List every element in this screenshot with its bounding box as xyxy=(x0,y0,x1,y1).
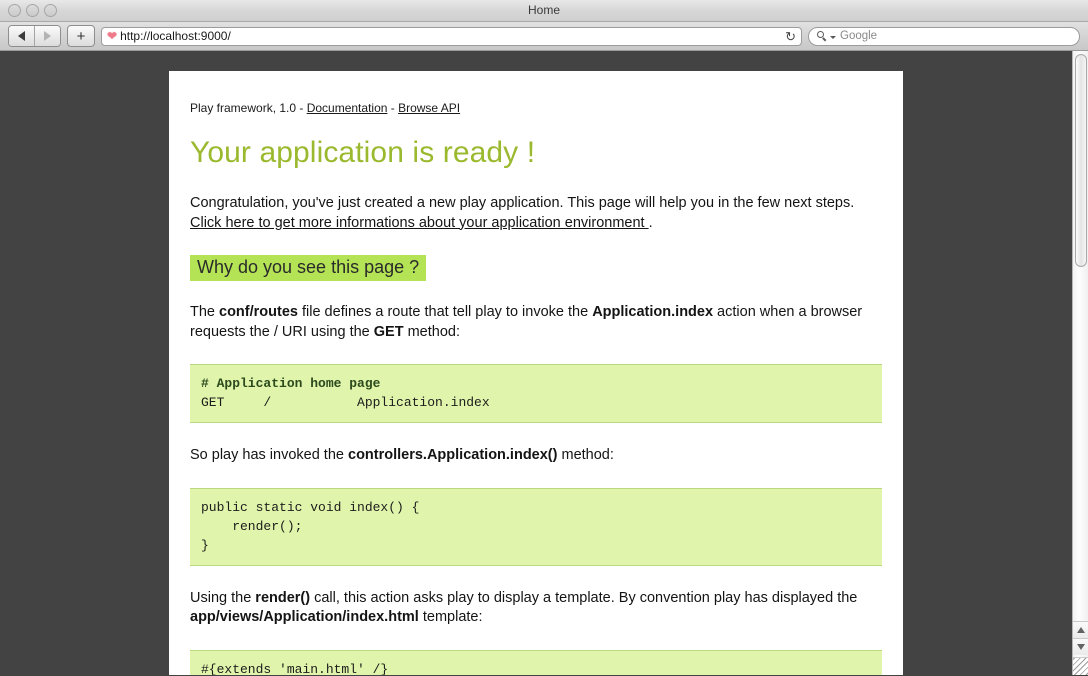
template-code-block: #{extends 'main.html' /} #{set title:'Ho… xyxy=(190,650,882,676)
chevron-down-icon[interactable] xyxy=(830,36,836,39)
window-resize-grip[interactable] xyxy=(1072,657,1088,675)
forward-arrow-icon xyxy=(44,31,51,41)
render-text-3: template: xyxy=(419,609,483,625)
controller-method-name: controllers.Application.index() xyxy=(348,447,557,463)
routes-code-comment: # Application home page xyxy=(201,376,380,391)
routes-text-2: file defines a route that tell play to i… xyxy=(298,304,592,320)
render-text-1: Using the xyxy=(190,590,255,606)
intro-text-part2: . xyxy=(649,215,653,231)
invoked-text-1: So play has invoked the xyxy=(190,447,348,463)
intro-paragraph: Congratulation, you've just created a ne… xyxy=(190,194,882,233)
address-bar[interactable]: ❤ http://localhost:9000/ ↻ xyxy=(101,27,802,46)
window-title: Home xyxy=(0,3,1088,17)
application-index-name: Application.index xyxy=(592,304,713,320)
arrow-up-icon xyxy=(1077,627,1085,633)
java-code-block: public static void index() { render(); } xyxy=(190,488,882,566)
application-environment-link[interactable]: Click here to get more informations abou… xyxy=(190,215,649,231)
routes-text-1: The xyxy=(190,304,219,320)
invoked-text-2: method: xyxy=(557,447,613,463)
url-input[interactable]: http://localhost:9000/ xyxy=(120,29,781,43)
browse-api-link[interactable]: Browse API xyxy=(398,101,460,115)
breadcrumb-separator: - xyxy=(387,101,398,115)
documentation-link[interactable]: Documentation xyxy=(307,101,388,115)
http-method-name: GET xyxy=(374,324,404,340)
breadcrumb: Play framework, 1.0 - Documentation - Br… xyxy=(190,101,882,115)
routes-file-name: conf/routes xyxy=(219,304,298,320)
scrollbar-arrows xyxy=(1073,621,1088,655)
page-title: Your application is ready ! xyxy=(190,136,882,170)
routes-code-body: GET / Application.index xyxy=(201,395,490,410)
template-path-name: app/views/Application/index.html xyxy=(190,609,419,625)
heart-favicon-icon: ❤ xyxy=(107,30,117,42)
intro-text-part1: Congratulation, you've just created a ne… xyxy=(190,195,854,211)
routes-code-block: # Application home page GET / Applicatio… xyxy=(190,364,882,423)
render-paragraph: Using the render() call, this action ask… xyxy=(190,589,882,628)
scrollbar-thumb[interactable] xyxy=(1075,54,1087,267)
search-icon xyxy=(817,31,828,42)
scroll-down-button[interactable] xyxy=(1073,638,1088,655)
back-button[interactable] xyxy=(9,26,34,46)
section-heading-why: Why do you see this page ? xyxy=(190,255,426,281)
vertical-scrollbar[interactable] xyxy=(1072,51,1088,675)
routes-text-4: method: xyxy=(404,324,460,340)
browser-window: Home + ❤ http://localhost:9000/ ↻ Google xyxy=(0,0,1088,676)
arrow-down-icon xyxy=(1077,644,1085,650)
forward-button[interactable] xyxy=(34,26,60,46)
invoked-paragraph: So play has invoked the controllers.Appl… xyxy=(190,446,882,466)
breadcrumb-prefix: Play framework, 1.0 - xyxy=(190,101,307,115)
navigation-buttons xyxy=(8,25,61,47)
render-call-name: render() xyxy=(255,590,310,606)
new-tab-button[interactable]: + xyxy=(67,25,95,47)
browser-toolbar: + ❤ http://localhost:9000/ ↻ Google xyxy=(0,22,1088,51)
back-arrow-icon xyxy=(18,31,25,41)
routes-paragraph: The conf/routes file defines a route tha… xyxy=(190,303,882,342)
title-bar: Home xyxy=(0,0,1088,22)
reload-icon[interactable]: ↻ xyxy=(785,30,796,43)
scroll-up-button[interactable] xyxy=(1073,621,1088,638)
search-placeholder: Google xyxy=(840,30,877,42)
browser-viewport: Play framework, 1.0 - Documentation - Br… xyxy=(0,51,1088,675)
search-field[interactable]: Google xyxy=(808,27,1080,46)
play-welcome-page: Play framework, 1.0 - Documentation - Br… xyxy=(169,71,903,675)
render-text-2: call, this action asks play to display a… xyxy=(310,590,857,606)
